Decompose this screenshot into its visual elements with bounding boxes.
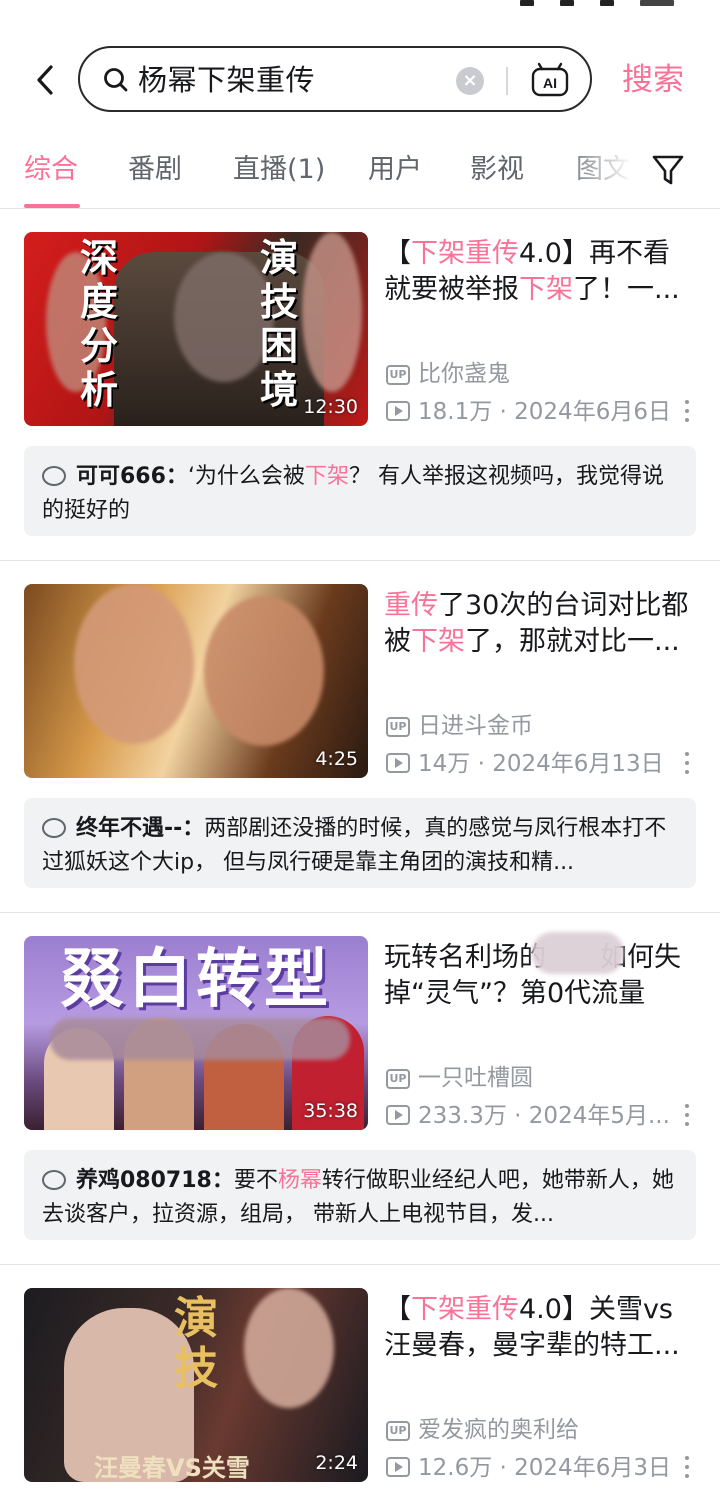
video-duration: 2:24: [315, 1452, 358, 1474]
tab-live[interactable]: 直播(1): [233, 154, 325, 186]
thumbnail-caption: 演技: [174, 1293, 218, 1394]
clear-icon: ×: [462, 70, 478, 91]
blurred-face: [244, 1288, 334, 1408]
search-query[interactable]: 杨幂下架重传: [138, 62, 315, 98]
video-title[interactable]: 【下架重传4.0】再不看就要被举报下架了！一...: [384, 236, 694, 308]
uploader-name[interactable]: 日进斗金币: [418, 713, 533, 739]
search-header: 杨幂下架重传 × AI 搜索: [0, 38, 720, 122]
view-count: 14万: [418, 751, 471, 777]
publish-date: 2024年6月3日: [514, 1455, 671, 1481]
uploader-row[interactable]: UP 一只吐槽圆: [386, 1064, 533, 1092]
ai-label: AI: [543, 75, 557, 91]
search-icon: [104, 68, 128, 92]
ai-icon[interactable]: AI: [530, 62, 570, 98]
play-count-icon: [386, 753, 410, 773]
view-count: 18.1万: [418, 399, 493, 425]
tab-comprehensive[interactable]: 综合: [24, 154, 78, 186]
blurred-face: [302, 232, 362, 392]
view-count: 12.6万: [418, 1455, 493, 1481]
comment-user: 终年不遇--：: [76, 816, 205, 841]
divider: [0, 208, 720, 209]
thumbnail-caption: 演技困境: [260, 236, 299, 412]
video-thumbnail[interactable]: 深度分析 演技困境 12:30: [24, 232, 368, 426]
back-arrow-icon: [37, 65, 53, 95]
up-badge-icon: UP: [386, 717, 410, 737]
uploader-name[interactable]: 比你盏鬼: [418, 361, 510, 387]
uploader-row[interactable]: UP 比你盏鬼: [386, 360, 510, 388]
back-button[interactable]: [28, 60, 64, 100]
video-thumbnail[interactable]: 叕白转型 35:38: [24, 936, 368, 1130]
wifi-icon: [600, 0, 614, 6]
tab-bar: 综合 番剧 直播(1) 用户 影视 图文: [0, 140, 720, 210]
view-count: 233.3万: [418, 1103, 507, 1129]
blurred-text: [50, 1018, 350, 1060]
more-icon[interactable]: [682, 1102, 692, 1130]
blurred-text: [532, 932, 624, 974]
divider: [0, 560, 720, 561]
search-input[interactable]: 杨幂下架重传 × AI: [78, 46, 592, 112]
more-icon[interactable]: [682, 398, 692, 426]
video-title[interactable]: 【下架重传4.0】关雪vs汪曼春，曼字辈的特工...: [384, 1292, 694, 1364]
more-icon[interactable]: [682, 1454, 692, 1482]
up-badge-icon: UP: [386, 1421, 410, 1441]
thumbnail-caption: 汪曼春VS关雪: [94, 1454, 250, 1482]
thumbnail-caption: 叕白转型: [60, 943, 332, 1017]
tab-film[interactable]: 影视: [470, 154, 524, 186]
video-thumbnail[interactable]: 演技 汪曼春VS关雪 2:24: [24, 1288, 368, 1482]
uploader-name[interactable]: 一只吐槽圆: [418, 1065, 533, 1091]
play-count-icon: [386, 401, 410, 421]
video-meta: 14万 · 2024年6月13日: [386, 750, 664, 778]
divider: [506, 67, 508, 95]
video-meta: 12.6万 · 2024年6月3日: [386, 1454, 671, 1482]
status-bar: [0, 0, 720, 18]
hot-comment[interactable]: 可可666：‘为什么会被下架？ 有人举报这视频吗，我觉得说的挺好的: [24, 446, 696, 536]
comment-icon: [42, 466, 66, 486]
video-title[interactable]: 重传了30次的台词对比都被下架了，那就对比一...: [384, 588, 694, 660]
comment-icon: [42, 1170, 66, 1190]
publish-date: 2024年6月6日: [514, 399, 671, 425]
divider: [0, 912, 720, 913]
blurred-face: [74, 584, 194, 744]
video-duration: 4:25: [315, 748, 358, 770]
signal-icon: [560, 0, 574, 6]
uploader-row[interactable]: UP 爱发疯的奥利给: [386, 1416, 579, 1444]
battery-icon: [640, 0, 674, 6]
divider: [0, 1264, 720, 1265]
signal-icon: [520, 0, 534, 6]
video-thumbnail[interactable]: 4:25: [24, 584, 368, 778]
play-count-icon: [386, 1105, 410, 1125]
comment-user: 养鸡080718：: [76, 1168, 234, 1193]
up-badge-icon: UP: [386, 365, 410, 385]
publish-date: 2024年6月13日: [492, 751, 664, 777]
comment-user: 可可666：: [76, 464, 188, 489]
video-meta: 233.3万 · 2024年5月...: [386, 1102, 670, 1130]
hot-comment[interactable]: 终年不遇--：两部剧还没播的时候，真的感觉与凤行根本打不过狐妖这个大ip， 但与…: [24, 798, 696, 888]
clear-button[interactable]: ×: [456, 67, 484, 95]
thumbnail-caption: 深度分析: [80, 236, 119, 412]
publish-date: 2024年5月...: [528, 1103, 670, 1129]
blurred-face: [174, 252, 274, 382]
comment-icon: [42, 818, 66, 838]
uploader-row[interactable]: UP 日进斗金币: [386, 712, 533, 740]
uploader-name[interactable]: 爱发疯的奥利给: [418, 1417, 579, 1443]
filter-icon[interactable]: [650, 152, 686, 188]
video-duration: 12:30: [303, 396, 358, 418]
tab-bangumi[interactable]: 番剧: [128, 154, 182, 186]
video-duration: 35:38: [303, 1100, 358, 1122]
play-count-icon: [386, 1457, 410, 1477]
blurred-face: [204, 596, 324, 746]
up-badge-icon: UP: [386, 1069, 410, 1089]
hot-comment[interactable]: 养鸡080718：要不杨幂转行做职业经纪人吧，她带新人，她去谈客户，拉资源，组局…: [24, 1150, 696, 1240]
tab-fade: [560, 150, 650, 194]
more-icon[interactable]: [682, 750, 692, 778]
search-button[interactable]: 搜索: [622, 62, 684, 98]
video-meta: 18.1万 · 2024年6月6日: [386, 398, 671, 426]
tab-users[interactable]: 用户: [368, 154, 422, 186]
